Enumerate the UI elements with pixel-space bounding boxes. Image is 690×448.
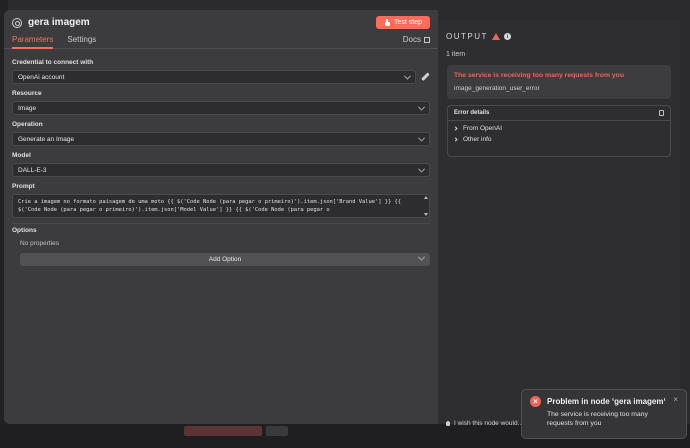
docs-link[interactable]: Docs — [403, 35, 430, 44]
parameters-body: Credential to connect with OpenAi accoun… — [4, 49, 438, 266]
chevron-right-icon — [453, 137, 458, 142]
operation-value: Generate an Image — [18, 135, 75, 143]
chevron-down-icon — [403, 72, 412, 80]
tab-settings[interactable]: Settings — [67, 35, 96, 47]
chevron-down-icon — [417, 165, 426, 173]
error-toast: × Problem in node ‘gera imagem‘ The serv… — [521, 389, 687, 439]
credential-value: OpenAi account — [18, 73, 65, 81]
feedback-text: I wish this node would... — [454, 419, 524, 427]
model-select[interactable]: DALL-E-3 — [12, 163, 430, 177]
chevron-right-icon — [453, 126, 458, 131]
error-icon: × — [530, 396, 541, 407]
add-option-label: Add Option — [208, 256, 242, 263]
error-details-header: Error details — [448, 106, 670, 121]
feedback-link[interactable]: I wish this node would... — [440, 415, 530, 431]
lightbulb-icon — [446, 420, 450, 426]
docs-label: Docs — [402, 35, 421, 44]
output-title: OUTPUT — [446, 32, 488, 41]
close-icon[interactable]: × — [673, 396, 678, 438]
external-link-icon — [424, 36, 430, 43]
toast-title: Problem in node ‘gera imagem‘ — [547, 397, 666, 406]
canvas-button-background-small — [266, 426, 288, 436]
details-row-other-info[interactable]: Other info — [448, 132, 670, 143]
tab-parameters[interactable]: Parameters — [12, 35, 54, 49]
node-title[interactable]: gera imagem — [28, 17, 90, 28]
details-row-label: From OpenAI — [463, 125, 503, 132]
output-panel: OUTPUT i 1 item The service is receiving… — [438, 20, 680, 424]
credential-label: Credential to connect with — [12, 59, 94, 66]
credential-select[interactable]: OpenAi account — [12, 70, 416, 84]
add-option-button[interactable]: Add Option — [20, 253, 430, 266]
options-label: Options — [12, 223, 430, 234]
canvas-button-background — [184, 426, 262, 436]
output-header: OUTPUT i — [438, 20, 680, 41]
resource-label: Resource — [12, 90, 42, 97]
copy-icon[interactable] — [659, 110, 664, 116]
item-count: 1 item — [446, 51, 466, 58]
test-step-button[interactable]: Test step — [375, 16, 430, 29]
chevron-down-icon — [417, 103, 426, 111]
prompt-input[interactable]: Crie a imagem no formato paisagem de uma… — [12, 194, 430, 218]
operation-label: Operation — [12, 121, 43, 128]
node-header: gera imagem Test step — [4, 10, 438, 35]
prompt-line-1: Crie a imagem no formato paisagem de uma… — [18, 199, 401, 205]
error-message-box: The service is receiving too many reques… — [447, 65, 671, 99]
chevron-down-icon — [417, 134, 426, 142]
details-row-from-openai[interactable]: From OpenAI — [448, 121, 670, 132]
tab-bar: Parameters Settings Docs — [4, 35, 438, 49]
test-step-label: Test step — [393, 19, 422, 26]
prompt-scrollbar[interactable] — [424, 196, 428, 216]
pencil-icon[interactable] — [420, 72, 430, 82]
info-icon[interactable]: i — [503, 33, 511, 40]
toast-message: The service is receiving too many reques… — [547, 411, 648, 427]
warning-icon — [491, 33, 500, 40]
no-properties-text: No properties — [20, 240, 60, 247]
error-code: image_generation_user_error — [454, 85, 540, 92]
error-details-box: Error details From OpenAI Other info — [447, 105, 671, 157]
openai-icon — [12, 17, 22, 28]
details-row-label: Other info — [463, 136, 492, 143]
resource-value: Image — [18, 104, 37, 112]
error-details-title: Error details — [454, 110, 490, 116]
resource-select[interactable]: Image — [12, 101, 430, 115]
flask-icon — [384, 19, 390, 26]
model-value: DALL-E-3 — [18, 166, 47, 174]
operation-select[interactable]: Generate an Image — [12, 132, 430, 146]
error-title: The service is receiving too many reques… — [454, 72, 624, 79]
model-label: Model — [12, 152, 31, 159]
node-parameters-panel: gera imagem Test step Parameters Setting… — [4, 10, 438, 424]
prompt-line-2: $('Code Node (para pegar o primeiro)').i… — [18, 207, 330, 213]
prompt-label: Prompt — [12, 183, 35, 190]
chevron-down-icon — [417, 253, 426, 261]
